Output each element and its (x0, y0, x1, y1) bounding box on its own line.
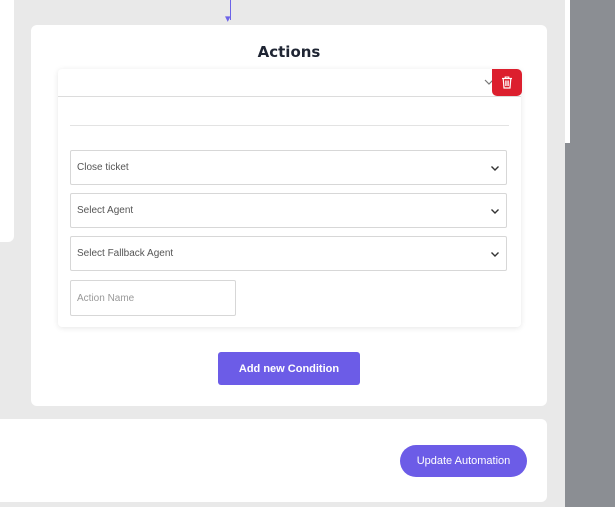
action-name-input[interactable] (70, 280, 236, 316)
footer-card: Update Automation (0, 419, 547, 502)
update-automation-button[interactable]: Update Automation (400, 445, 527, 477)
action-block: Close ticket Select Agent Select Fallbac… (58, 69, 522, 327)
chevron-down-icon (491, 252, 499, 257)
agent-select[interactable]: Select Agent (70, 193, 507, 228)
action-type-select[interactable]: Close ticket (70, 150, 507, 185)
previous-panel-edge (0, 0, 14, 242)
fallback-agent-select[interactable]: Select Fallback Agent (70, 236, 507, 271)
action-type-value: Close ticket (77, 162, 129, 173)
automation-page: ▾ Actions Close ticket Select Agent Sele… (0, 0, 615, 507)
scrollbar-track[interactable] (565, 0, 570, 143)
arrow-down-icon: ▾ (225, 12, 231, 25)
side-panel-overlay (565, 0, 615, 507)
divider (70, 125, 509, 126)
action-header[interactable] (58, 69, 521, 97)
actions-card: Actions Close ticket Select Agent Select… (31, 25, 547, 406)
chevron-down-icon (491, 166, 499, 171)
chevron-down-icon (491, 209, 499, 214)
delete-action-button[interactable] (492, 69, 522, 96)
trash-icon (502, 76, 512, 89)
agent-select-placeholder: Select Agent (77, 205, 134, 216)
fallback-agent-placeholder: Select Fallback Agent (77, 248, 174, 259)
actions-title: Actions (257, 43, 321, 61)
add-new-condition-button[interactable]: Add new Condition (218, 352, 360, 385)
